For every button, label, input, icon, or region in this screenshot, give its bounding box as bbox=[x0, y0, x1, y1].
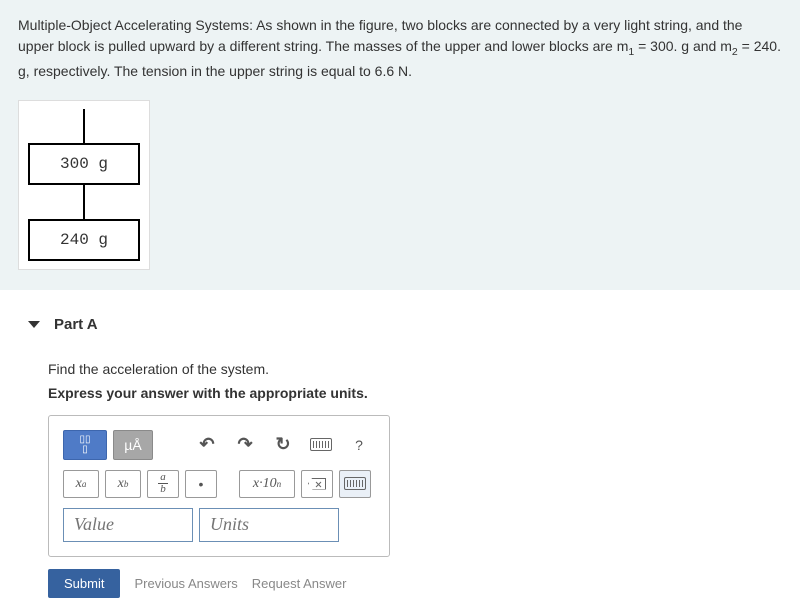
prompt-text: Find the acceleration of the system. bbox=[48, 361, 752, 377]
scientific-button[interactable]: x·10n bbox=[239, 470, 295, 498]
part-header[interactable]: Part A bbox=[0, 300, 800, 349]
units-input[interactable] bbox=[199, 508, 339, 542]
reset-icon: ↻ bbox=[275, 434, 290, 455]
redo-icon: ↷ bbox=[237, 434, 252, 455]
lower-block: 240 g bbox=[28, 219, 140, 261]
delete-icon bbox=[308, 478, 326, 490]
keyboard2-icon bbox=[344, 477, 366, 490]
value-input[interactable] bbox=[63, 508, 193, 542]
submit-button[interactable]: Submit bbox=[48, 569, 120, 598]
undo-button[interactable]: ↶ bbox=[191, 431, 223, 459]
reset-button[interactable]: ↻ bbox=[267, 431, 299, 459]
answer-box: ▯▯▯ µÅ ↶ ↷ ↻ ? xa xb ab • x·10n bbox=[48, 415, 390, 557]
undo-icon: ↶ bbox=[199, 434, 214, 455]
previous-answers-link[interactable]: Previous Answers bbox=[134, 576, 237, 591]
keyboard2-button[interactable] bbox=[339, 470, 371, 498]
caret-down-icon bbox=[28, 321, 40, 328]
part-title: Part A bbox=[54, 316, 98, 333]
part-body: Find the acceleration of the system. Exp… bbox=[0, 361, 800, 608]
special-chars-button[interactable]: µÅ bbox=[113, 430, 153, 460]
keyboard-button[interactable] bbox=[305, 431, 337, 459]
instruction-text: Express your answer with the appropriate… bbox=[48, 385, 752, 401]
button-row: Submit Previous Answers Request Answer bbox=[48, 569, 752, 598]
help-button[interactable]: ? bbox=[343, 431, 375, 459]
subscript-button[interactable]: xb bbox=[105, 470, 141, 498]
redo-button[interactable]: ↷ bbox=[229, 431, 261, 459]
figure: 300 g 240 g bbox=[18, 100, 150, 270]
figure-inner: 300 g 240 g bbox=[29, 109, 139, 261]
templates-button[interactable]: ▯▯▯ bbox=[63, 430, 107, 460]
toolbar-row-1: ▯▯▯ µÅ ↶ ↷ ↻ ? bbox=[63, 430, 375, 460]
value-row bbox=[63, 508, 375, 542]
upper-block: 300 g bbox=[28, 143, 140, 185]
upper-string bbox=[83, 109, 85, 143]
dot-button[interactable]: • bbox=[185, 470, 217, 498]
request-answer-link[interactable]: Request Answer bbox=[252, 576, 347, 591]
problem-statement: Multiple-Object Accelerating Systems: As… bbox=[0, 0, 800, 290]
keyboard-icon bbox=[310, 438, 332, 451]
superscript-button[interactable]: xa bbox=[63, 470, 99, 498]
templates-icon: ▯▯▯ bbox=[79, 435, 90, 455]
fraction-button[interactable]: ab bbox=[147, 470, 179, 498]
toolbar-row-2: xa xb ab • x·10n bbox=[63, 470, 375, 498]
problem-text: Multiple-Object Accelerating Systems: As… bbox=[18, 15, 782, 82]
middle-string bbox=[83, 185, 85, 219]
delete-button[interactable] bbox=[301, 470, 333, 498]
